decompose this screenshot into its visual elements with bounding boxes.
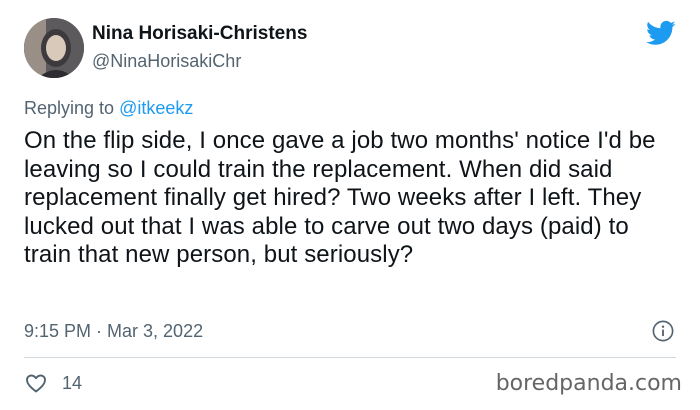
author-handle[interactable]: @NinaHorisakiChr	[92, 50, 241, 72]
tweet-timestamp[interactable]: 9:15 PM · Mar 3, 2022	[24, 319, 203, 343]
heart-icon[interactable]	[24, 371, 48, 395]
twitter-bird-icon[interactable]	[646, 18, 676, 48]
info-icon[interactable]	[652, 320, 674, 342]
tweet-card: Nina Horisaki-Christens @NinaHorisakiChr…	[0, 0, 700, 410]
avatar[interactable]	[24, 18, 84, 78]
watermark: boredpanda.com	[495, 371, 682, 396]
tweet-text: On the flip side, I once gave a job two …	[24, 127, 656, 268]
like-button[interactable]: 14	[24, 371, 82, 395]
avatar-photo	[24, 18, 84, 78]
reply-mention-link[interactable]: @itkeekz	[119, 98, 193, 118]
like-count: 14	[62, 373, 83, 393]
replying-to-prefix: Replying to	[24, 98, 120, 118]
author-display-name[interactable]: Nina Horisaki-Christens	[92, 22, 307, 46]
replying-to: Replying to @itkeekz	[24, 96, 193, 120]
divider	[24, 357, 676, 358]
